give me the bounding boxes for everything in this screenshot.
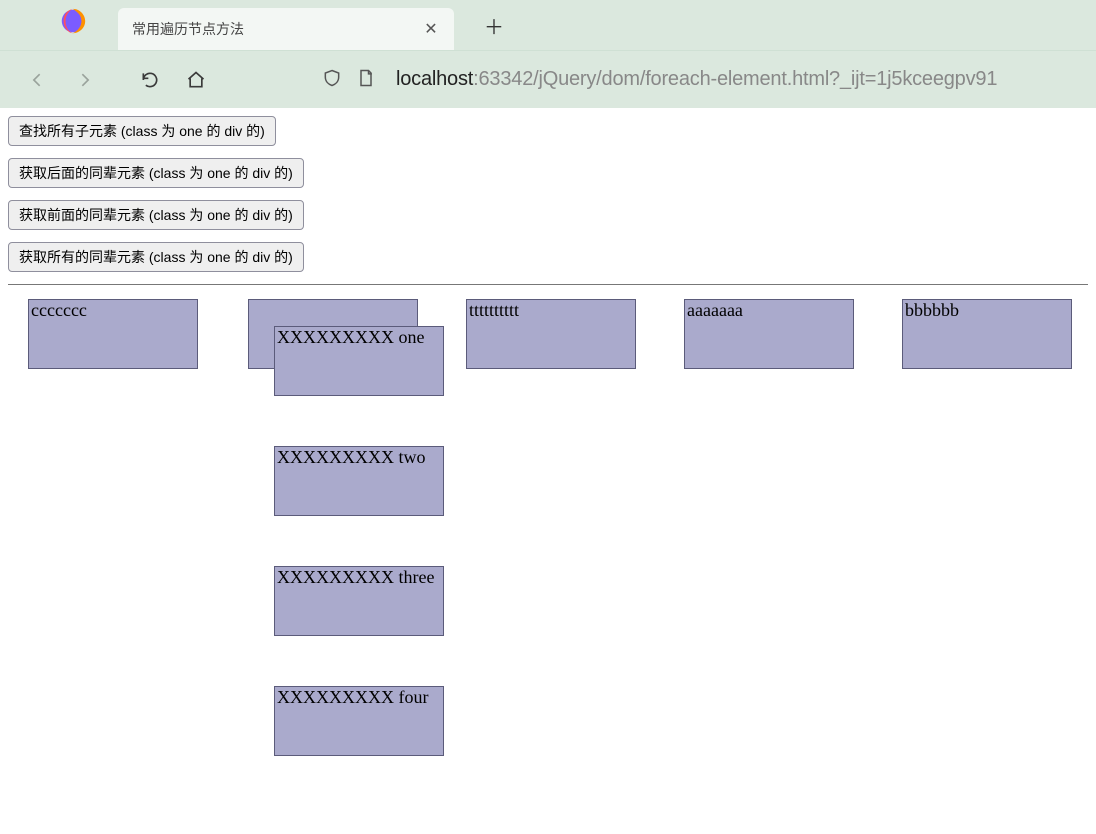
forward-button[interactable] <box>64 60 104 100</box>
close-tab-icon[interactable]: ✕ <box>422 20 440 38</box>
arrow-left-icon <box>28 70 48 90</box>
browser-tab[interactable]: 常用遍历节点方法 ✕ <box>118 8 454 50</box>
box-canvas: ccccccc XXXXXXXXX one XXXXXXXXX two XXXX… <box>8 295 1088 815</box>
lock-page-icon[interactable] <box>356 68 376 91</box>
reload-icon <box>140 70 160 90</box>
box-t: tttttttttt <box>466 299 636 369</box>
page-viewport: 查找所有子元素 (class 为 one 的 div 的) 获取后面的同辈元素 … <box>0 108 1096 834</box>
find-children-button[interactable]: 查找所有子元素 (class 为 one 的 div 的) <box>8 116 276 146</box>
next-siblings-button[interactable]: 获取后面的同辈元素 (class 为 one 的 div 的) <box>8 158 304 188</box>
box-b: bbbbbb <box>902 299 1072 369</box>
box-one: XXXXXXXXX one <box>274 326 444 396</box>
tab-title: 常用遍历节点方法 <box>132 19 412 39</box>
box-four: XXXXXXXXX four <box>274 686 444 756</box>
box-two: XXXXXXXXX two <box>274 446 444 516</box>
url-path: :63342/jQuery/dom/foreach-element.html?_… <box>473 68 997 90</box>
home-icon <box>186 70 206 90</box>
box-c: ccccccc <box>28 299 198 369</box>
box-three: XXXXXXXXX three <box>274 566 444 636</box>
url-host: localhost <box>396 68 473 90</box>
browser-chrome: 常用遍历节点方法 ✕ ＋ <box>0 0 1096 108</box>
toolbar: localhost:63342/jQuery/dom/foreach-eleme… <box>0 50 1096 108</box>
shield-icon[interactable] <box>322 68 342 91</box>
arrow-right-icon <box>74 70 94 90</box>
tabstrip: 常用遍历节点方法 ✕ ＋ <box>0 0 1096 50</box>
firefox-logo-icon <box>58 6 88 36</box>
home-button[interactable] <box>176 60 216 100</box>
prev-siblings-button[interactable]: 获取前面的同辈元素 (class 为 one 的 div 的) <box>8 200 304 230</box>
all-siblings-button[interactable]: 获取所有的同辈元素 (class 为 one 的 div 的) <box>8 242 304 272</box>
url-bar[interactable]: localhost:63342/jQuery/dom/foreach-eleme… <box>396 68 1078 91</box>
reload-button[interactable] <box>130 60 170 100</box>
new-tab-button[interactable]: ＋ <box>478 9 510 41</box>
divider <box>8 284 1088 285</box>
back-button[interactable] <box>18 60 58 100</box>
box-a: aaaaaaa <box>684 299 854 369</box>
